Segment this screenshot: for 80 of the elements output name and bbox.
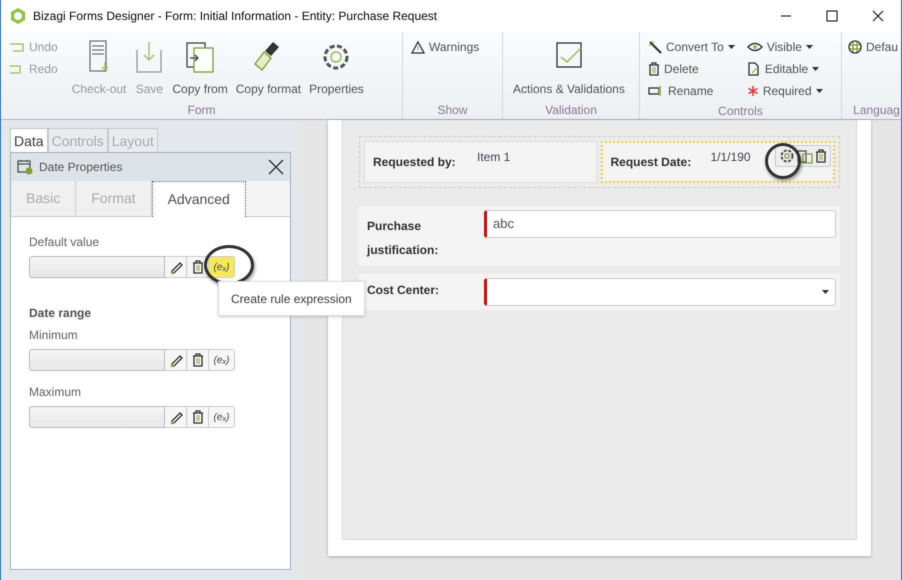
field-label: Maximum bbox=[29, 384, 82, 401]
group-label: Form bbox=[186, 102, 216, 119]
text-field[interactable]: abc bbox=[484, 210, 836, 238]
caret-icon bbox=[806, 45, 813, 49]
panel-tab[interactable]: Advanced bbox=[152, 181, 246, 217]
field-label: Default value bbox=[29, 234, 100, 251]
copy-icon bbox=[797, 148, 813, 164]
field-value: 1/1/190 bbox=[710, 149, 751, 166]
value-field[interactable] bbox=[29, 349, 165, 371]
ribbon-button[interactable]: Copy format bbox=[232, 36, 306, 101]
section-heading: Date range bbox=[29, 305, 92, 322]
pencil-icon bbox=[168, 260, 182, 274]
pencil-icon bbox=[168, 353, 182, 367]
value-field[interactable] bbox=[29, 256, 165, 278]
gear-icon bbox=[779, 148, 795, 164]
server-icon bbox=[87, 40, 112, 74]
trash-icon bbox=[192, 410, 204, 424]
field-label: Purchase justification: bbox=[367, 218, 440, 259]
edit-button[interactable] bbox=[165, 406, 187, 428]
rule-expression-button[interactable]: (e$_{x}$) bbox=[209, 349, 235, 371]
close-icon bbox=[268, 159, 284, 175]
ribbon-button[interactable]: Visible bbox=[744, 36, 825, 58]
caret-icon bbox=[812, 67, 820, 71]
save-icon bbox=[134, 40, 164, 74]
ribbon-button[interactable]: Properties bbox=[305, 36, 368, 101]
panel-tab[interactable]: Data bbox=[10, 128, 48, 152]
undo-icon bbox=[9, 41, 25, 53]
wand-icon bbox=[648, 40, 662, 54]
rename-icon bbox=[648, 85, 664, 97]
calendar-icon bbox=[17, 159, 33, 175]
group-label: Show bbox=[436, 102, 469, 119]
app-logo-icon bbox=[9, 7, 27, 25]
tooltip: Create rule expression bbox=[218, 281, 365, 316]
field-label: Request Date: bbox=[610, 154, 692, 171]
dropdown-field[interactable] bbox=[484, 278, 836, 306]
form-control[interactable]: Requested by: Item 1 bbox=[364, 141, 596, 183]
ribbon-button[interactable]: Warnings bbox=[409, 36, 482, 58]
asterisk-icon bbox=[746, 85, 759, 97]
trash-icon bbox=[815, 149, 827, 163]
copy-icon bbox=[185, 40, 216, 74]
window-title: Bizagi Forms Designer - Form: Initial Information - Entity: Purchase Request bbox=[33, 8, 438, 25]
pencil-icon bbox=[168, 410, 182, 424]
rule-expression-button[interactable]: (e$_{x}$) bbox=[209, 406, 235, 428]
edit-button[interactable] bbox=[165, 256, 187, 278]
trash-icon bbox=[192, 353, 204, 367]
field-label: Requested by: bbox=[373, 154, 457, 171]
field-value: Item 1 bbox=[477, 149, 510, 166]
group-label: Controls bbox=[717, 103, 764, 119]
caret-icon bbox=[728, 45, 735, 49]
caret-icon bbox=[816, 89, 823, 93]
edit-button[interactable] bbox=[165, 349, 187, 371]
trash-icon bbox=[192, 260, 204, 274]
delete-button[interactable] bbox=[815, 149, 827, 163]
settings-button[interactable] bbox=[779, 148, 795, 164]
eye-icon bbox=[746, 41, 763, 53]
field-label: Cost Center: bbox=[367, 282, 440, 299]
page-icon bbox=[746, 62, 761, 76]
group-label: Validation bbox=[544, 102, 598, 119]
maximize-icon bbox=[826, 10, 838, 22]
form-control[interactable]: Request Date: 1/1/190 bbox=[600, 141, 835, 183]
globe-icon bbox=[848, 40, 862, 54]
rule-expression-button[interactable]: (e$_{x}$) bbox=[209, 256, 235, 278]
close-icon bbox=[872, 10, 884, 22]
warning-icon bbox=[411, 40, 425, 54]
group-label: Languag bbox=[852, 102, 901, 119]
value-field[interactable] bbox=[29, 406, 165, 428]
ribbon-button[interactable]: Convert To bbox=[646, 36, 737, 58]
trash-icon bbox=[648, 62, 660, 76]
copy-button[interactable] bbox=[797, 148, 813, 164]
ribbon-button[interactable]: Actions & Validations bbox=[509, 36, 629, 101]
panel-title: Date Properties bbox=[39, 159, 122, 176]
ribbon-button[interactable]: Required bbox=[744, 80, 825, 102]
ribbon-button[interactable]: Copy from bbox=[168, 36, 232, 101]
ribbon-button[interactable]: Rename bbox=[646, 80, 737, 102]
ribbon-button[interactable]: Delete bbox=[646, 58, 737, 80]
ribbon-button[interactable]: Editable bbox=[744, 58, 825, 80]
field-label: Minimum bbox=[29, 327, 79, 344]
ribbon-button[interactable]: Defau bbox=[846, 36, 900, 58]
close-button[interactable] bbox=[268, 159, 284, 175]
caret-icon bbox=[822, 290, 829, 294]
